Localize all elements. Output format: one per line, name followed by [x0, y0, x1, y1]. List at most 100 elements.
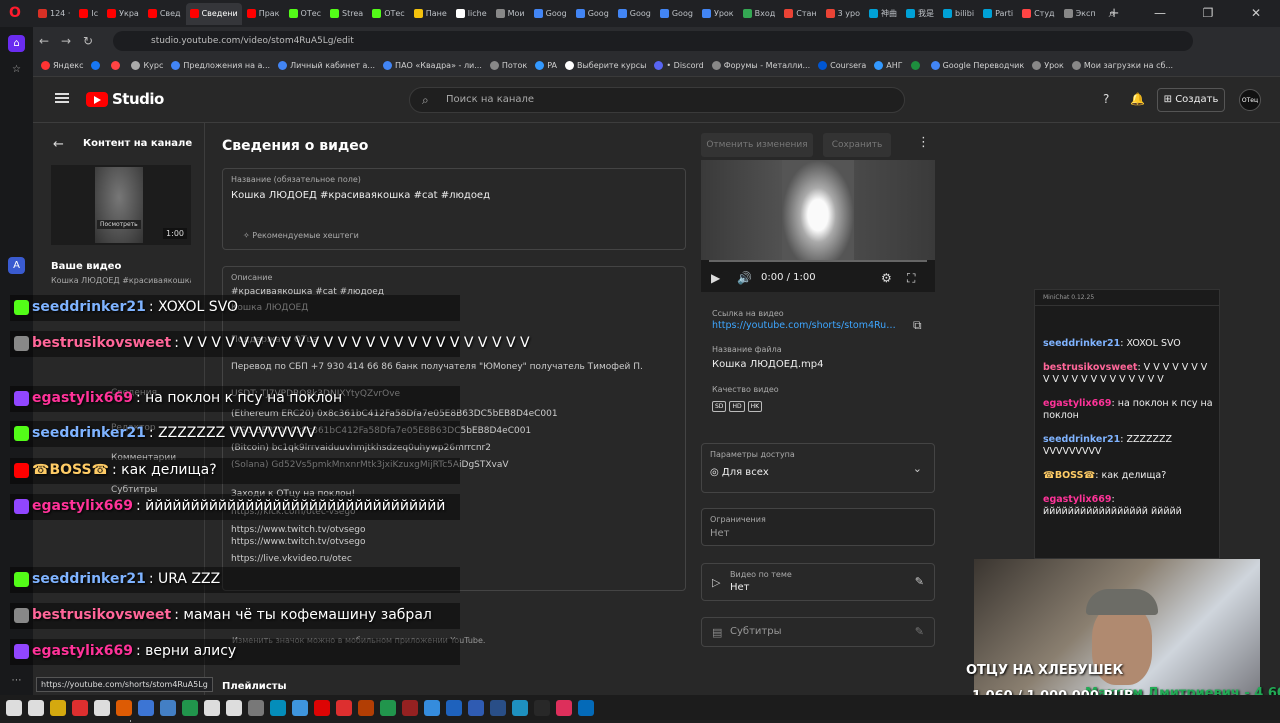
taskbar-app-icon[interactable] — [248, 699, 264, 716]
taskbar-app-icon[interactable] — [160, 699, 176, 716]
taskbar-app-icon[interactable] — [380, 699, 396, 716]
settings-gear-icon[interactable]: ⚙ — [881, 271, 892, 285]
browser-tab[interactable]: Parti — [979, 3, 1017, 25]
undo-changes-button[interactable]: Отменить изменения — [701, 133, 813, 157]
taskbar-app-icon[interactable] — [292, 699, 308, 716]
url-input[interactable]: studio.youtube.com/video/stom4RuA5Lg/edi… — [113, 31, 1193, 51]
browser-tab[interactable]: 神曲 — [865, 3, 901, 25]
bookmark-item[interactable] — [910, 61, 923, 70]
more-icon[interactable]: ⋯ — [8, 672, 25, 689]
bookmark-item[interactable]: Coursera — [818, 61, 866, 70]
star-icon[interactable]: ☆ — [8, 61, 25, 78]
taskbar-app-icon[interactable] — [204, 699, 220, 716]
browser-tab[interactable]: Укра — [103, 3, 143, 25]
taskbar-app-icon[interactable] — [28, 699, 44, 716]
video-thumbnail-small[interactable]: Посмотреть 1:00 — [51, 165, 191, 245]
browser-tab[interactable]: Стан — [780, 3, 820, 25]
notifications-icon[interactable]: 🔔 — [1130, 92, 1145, 106]
browser-tab[interactable]: Ic — [75, 3, 102, 25]
more-options-icon[interactable]: ⋮ — [917, 135, 930, 150]
taskbar-app-icon[interactable] — [94, 699, 110, 716]
taskbar-app-icon[interactable] — [578, 699, 594, 716]
search-input[interactable]: ⌕ Поиск на канале — [409, 87, 905, 113]
browser-tab[interactable]: 3 уро — [822, 3, 864, 25]
taskbar-app-icon[interactable] — [512, 699, 528, 716]
browser-tab[interactable]: Strea — [326, 3, 367, 25]
taskbar-app-icon[interactable] — [490, 699, 506, 716]
aria-icon[interactable]: A — [8, 257, 25, 274]
taskbar-app-icon[interactable] — [424, 699, 440, 716]
bookmark-item[interactable]: Форумы - Металли... — [711, 61, 810, 70]
taskbar-app-icon[interactable] — [182, 699, 198, 716]
taskbar-app-icon[interactable] — [556, 699, 572, 716]
fullscreen-icon[interactable]: ⛶ — [907, 271, 915, 286]
play-icon[interactable]: ▶ — [711, 271, 720, 285]
taskbar-app-icon[interactable] — [358, 699, 374, 716]
opera-logo-icon[interactable]: O — [9, 5, 21, 21]
bookmark-item[interactable]: Мои загрузки на сб... — [1071, 61, 1173, 70]
browser-tab[interactable]: 124 · — [34, 3, 74, 25]
close-icon[interactable]: ✕ — [1232, 0, 1280, 27]
subtitles-field[interactable]: ▤ Субтитры ✎ — [701, 617, 935, 647]
back-arrow-icon[interactable]: ← — [53, 137, 64, 152]
avatar[interactable]: ОТец — [1239, 89, 1261, 111]
browser-tab[interactable]: Goog — [530, 3, 571, 25]
browser-tab[interactable]: bilibi — [939, 3, 978, 25]
browser-tab[interactable]: Студ — [1018, 3, 1059, 25]
save-button[interactable]: Сохранить — [823, 133, 891, 157]
bookmark-item[interactable] — [91, 61, 103, 70]
browser-tab[interactable]: ОТес — [285, 3, 326, 25]
taskbar-app-icon[interactable] — [270, 699, 286, 716]
menu-icon[interactable] — [55, 93, 69, 103]
search-tabs-icon[interactable]: ⌕ — [1088, 0, 1136, 27]
bookmark-item[interactable]: • Discord — [654, 61, 704, 70]
suggested-hashtags-button[interactable]: ✧ Рекомендуемые хештеги — [243, 231, 359, 240]
browser-tab[interactable]: ОТес — [368, 3, 409, 25]
copy-icon[interactable]: ⧉ — [913, 318, 922, 333]
taskbar-app-icon[interactable] — [116, 699, 132, 716]
browser-tab[interactable]: Вход — [739, 3, 780, 25]
browser-tab[interactable]: Сведени — [185, 2, 242, 25]
taskbar-app-icon[interactable] — [50, 699, 66, 716]
taskbar-app-icon[interactable] — [468, 699, 484, 716]
edit-pencil-icon[interactable]: ✎ — [915, 625, 924, 638]
maximize-icon[interactable]: ❐ — [1184, 0, 1232, 27]
browser-tab[interactable]: Прак — [243, 3, 284, 25]
home-icon[interactable]: ⌂ — [8, 35, 25, 52]
forward-icon[interactable]: → — [55, 34, 77, 48]
channel-content-link[interactable]: Контент на канале — [83, 138, 192, 149]
edit-pencil-icon[interactable]: ✎ — [915, 575, 924, 588]
visibility-dropdown[interactable]: Параметры доступа ◎ Для всех ⌄ — [701, 443, 935, 493]
minimize-icon[interactable]: — — [1136, 0, 1184, 27]
studio-logo[interactable]: Studio — [86, 90, 164, 108]
title-field[interactable]: Название (обязательное поле) Кошка ЛЮДОЕ… — [222, 168, 686, 250]
bookmark-item[interactable]: Курс — [131, 61, 163, 70]
bookmark-item[interactable]: Поток — [489, 61, 527, 70]
browser-tab[interactable]: Пане — [410, 3, 451, 25]
video-link[interactable]: https://youtube.com/shorts/stom4RuA5Lg — [712, 320, 900, 331]
reload-icon[interactable]: ↻ — [77, 34, 99, 48]
title-value[interactable]: Кошка ЛЮДОЕД #красиваякошка #cat #людоед — [231, 190, 490, 201]
progress-bar[interactable] — [709, 260, 927, 262]
browser-tab[interactable]: Урок — [698, 3, 738, 25]
taskbar-app-icon[interactable] — [314, 699, 330, 716]
browser-tab[interactable]: Свед — [144, 3, 185, 25]
related-video-field[interactable]: Видео по теме Нет ▷ ✎ — [701, 563, 935, 601]
create-button[interactable]: ⊞ Создать — [1157, 88, 1225, 112]
help-icon[interactable]: ? — [1103, 92, 1109, 106]
bookmark-item[interactable]: Google Переводчик — [930, 61, 1024, 70]
browser-tab[interactable]: Goog — [614, 3, 655, 25]
taskbar-app-icon[interactable] — [226, 699, 242, 716]
browser-tab[interactable]: Goog — [656, 3, 697, 25]
video-player[interactable]: ▶ 🔊 0:00 / 1:00 ⚙ ⛶ — [701, 160, 935, 292]
browser-tab[interactable]: liche — [452, 3, 491, 25]
bookmark-item[interactable]: АНГ — [874, 61, 903, 70]
browser-tab[interactable]: Мои — [492, 3, 529, 25]
back-icon[interactable]: ← — [33, 34, 55, 48]
taskbar-app-icon[interactable] — [138, 699, 154, 716]
bookmark-item[interactable]: ПАО «Квадра» - ли... — [383, 61, 482, 70]
bookmark-item[interactable]: PA — [535, 61, 557, 70]
taskbar-app-icon[interactable] — [402, 699, 418, 716]
bookmark-item[interactable]: Яндекс — [41, 61, 83, 70]
browser-tab[interactable]: 我是 — [902, 3, 938, 25]
